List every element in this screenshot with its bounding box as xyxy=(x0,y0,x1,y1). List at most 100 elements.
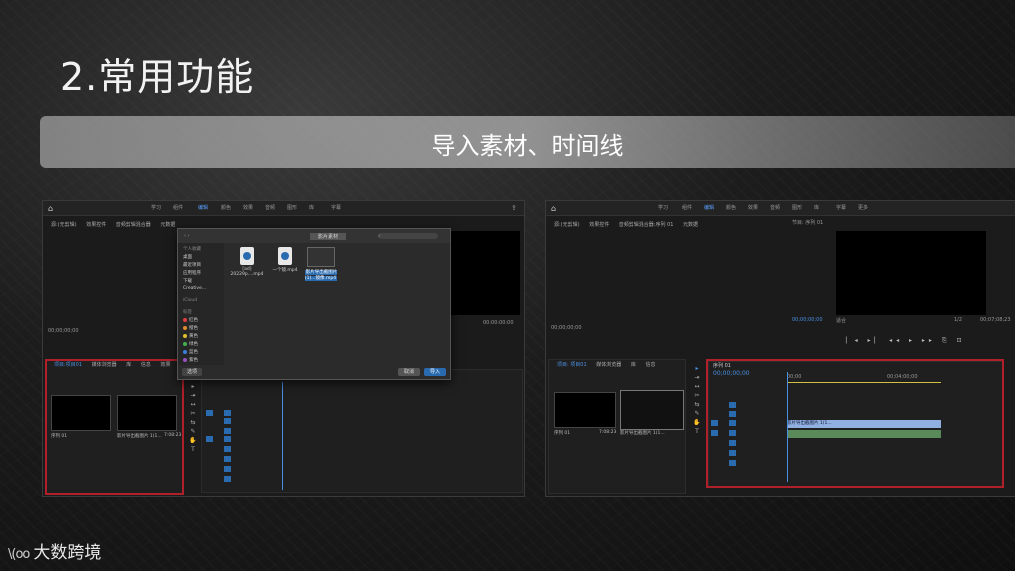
track-select-icon[interactable]: ⇥ xyxy=(188,392,198,401)
tab-libraries[interactable]: 库 xyxy=(631,362,636,368)
tab-metadata[interactable]: 元数据 xyxy=(683,222,698,228)
track-target[interactable] xyxy=(224,446,231,452)
ws-graphics[interactable]: 图形 xyxy=(792,204,802,211)
track-target[interactable] xyxy=(206,410,213,416)
selection-tool-icon[interactable]: ▸ xyxy=(692,365,702,374)
ripple-edit-icon[interactable]: ↔ xyxy=(188,401,198,410)
tab-metadata[interactable]: 元数据 xyxy=(160,222,175,228)
highlight-box xyxy=(706,359,1004,488)
ws-more[interactable]: 更多 xyxy=(858,204,868,211)
hand-tool-icon[interactable]: ✋ xyxy=(692,419,702,428)
options-button[interactable]: 选项 xyxy=(182,368,202,376)
ws-effects[interactable]: 效果 xyxy=(748,204,758,211)
section-banner: 导入素材、时间线 xyxy=(40,116,1015,168)
slip-tool-icon[interactable]: ⇆ xyxy=(692,401,702,410)
dialog-sidebar: 个人收藏 桌面 最近项目 应用程序 下载 Creative... iCloud … xyxy=(178,243,224,365)
sidebar-item-downloads[interactable]: 下载 xyxy=(183,278,192,284)
ws-edit[interactable]: 编辑 xyxy=(704,204,714,211)
track-target[interactable] xyxy=(224,476,231,482)
type-tool-icon[interactable]: T xyxy=(692,428,702,437)
ripple-edit-icon[interactable]: ↔ xyxy=(692,383,702,392)
tab-effect-controls[interactable]: 效果控件 xyxy=(589,222,609,228)
import-button[interactable]: 导入 xyxy=(424,368,446,376)
pen-tool-icon[interactable]: ✎ xyxy=(692,410,702,419)
tag-red-icon xyxy=(183,317,187,322)
ws-libraries[interactable]: 库 xyxy=(309,204,314,211)
sidebar-item-apps[interactable]: 应用程序 xyxy=(183,270,201,276)
type-tool-icon[interactable]: T xyxy=(188,446,198,455)
program-label: 节目: 序列 01 xyxy=(792,220,824,226)
tag-red[interactable]: 红色 xyxy=(183,317,198,323)
pen-tool-icon[interactable]: ✎ xyxy=(188,428,198,437)
fit-dropdown[interactable]: 适合 xyxy=(836,317,846,324)
ws-libraries[interactable]: 库 xyxy=(814,204,819,211)
tab-media-browser[interactable]: 媒体浏览器 xyxy=(596,362,621,368)
ws-learn[interactable]: 学习 xyxy=(151,204,161,211)
ws-graphics[interactable]: 图形 xyxy=(287,204,297,211)
tab-audio-mixer[interactable]: 音频剪辑混合器:序列 01 xyxy=(619,222,674,228)
tag-purple[interactable]: 紫色 xyxy=(183,357,198,363)
ws-color[interactable]: 颜色 xyxy=(726,204,736,211)
project-panel: 项目: 项目01 媒体浏览器 库 信息 序列 01 7:08:23 影片导出截图… xyxy=(548,359,686,494)
tab-source[interactable]: 源:(无剪辑) xyxy=(51,222,77,228)
tab-source[interactable]: 源:(无剪辑) xyxy=(554,222,580,228)
share-icon[interactable]: ⇪ xyxy=(511,204,517,212)
slip-tool-icon[interactable]: ⇆ xyxy=(188,419,198,428)
nav-back-icon[interactable]: ‹ › xyxy=(184,233,190,239)
file-name: 影片导出截图片(1)...镜像.mp4 xyxy=(304,270,338,281)
sidebar-item-recent[interactable]: 最近项目 xyxy=(183,262,201,268)
ws-color[interactable]: 颜色 xyxy=(221,204,231,211)
ws-assembly[interactable]: 组件 xyxy=(173,204,183,211)
file-item-selected[interactable]: 影片导出截图片(1)...镜像.mp4 xyxy=(302,247,340,281)
path-dropdown[interactable]: 影片素材 xyxy=(310,233,347,240)
playhead[interactable] xyxy=(282,382,283,490)
home-icon[interactable]: ⌂ xyxy=(551,204,556,213)
transport-controls[interactable]: ▏◂ ▸▏ ◂◂ ▸ ▸▸ ⎘ ⊡ xyxy=(846,337,966,345)
project-tabs: 项目: 项目01 媒体浏览器 库 信息 xyxy=(549,361,685,371)
hand-tool-icon[interactable]: ✋ xyxy=(188,437,198,446)
tag-green[interactable]: 绿色 xyxy=(183,341,198,347)
file-item[interactable]: [ad] 20229p....mp4 xyxy=(230,247,264,277)
ws-audio[interactable]: 音频 xyxy=(265,204,275,211)
tag-orange[interactable]: 橙色 xyxy=(183,325,198,331)
track-target[interactable] xyxy=(224,456,231,462)
clip-thumbnail-selected[interactable] xyxy=(620,390,684,430)
ws-assembly[interactable]: 组件 xyxy=(682,204,692,211)
track-target[interactable] xyxy=(224,428,231,434)
ws-effects[interactable]: 效果 xyxy=(243,204,253,211)
search-icon[interactable]: ⌕ xyxy=(378,233,438,239)
tab-project[interactable]: 项目: 项目01 xyxy=(557,362,587,368)
tag-green-icon xyxy=(183,341,187,346)
tag-purple-icon xyxy=(183,357,187,362)
cancel-button[interactable]: 取消 xyxy=(398,368,420,376)
track-target[interactable] xyxy=(224,410,231,416)
ws-learn[interactable]: 学习 xyxy=(658,204,668,211)
tag-blue[interactable]: 蓝色 xyxy=(183,349,198,355)
razor-tool-icon[interactable]: ✂ xyxy=(188,410,198,419)
dialog-toolbar: ‹ › 影片素材 ⌕ xyxy=(178,229,450,243)
track-target[interactable] xyxy=(224,466,231,472)
sidebar-item-creative[interactable]: Creative... xyxy=(183,286,206,291)
tag-yellow[interactable]: 黄色 xyxy=(183,333,198,339)
razor-tool-icon[interactable]: ✂ xyxy=(692,392,702,401)
file-name: [ad] 20229p....mp4 xyxy=(230,267,264,277)
track-target[interactable] xyxy=(224,418,231,424)
ws-audio[interactable]: 音频 xyxy=(770,204,780,211)
track-select-icon[interactable]: ⇥ xyxy=(692,374,702,383)
tab-effect-controls[interactable]: 效果控件 xyxy=(86,222,106,228)
tab-info[interactable]: 信息 xyxy=(645,362,655,368)
clip-thumbnail[interactable] xyxy=(554,392,616,428)
home-icon[interactable]: ⌂ xyxy=(48,204,53,213)
ws-edit[interactable]: 编辑 xyxy=(198,204,208,211)
ws-captions[interactable]: 字幕 xyxy=(331,204,341,211)
file-item[interactable]: 一个镜.mp4 xyxy=(268,247,302,273)
ws-captions[interactable]: 字幕 xyxy=(836,204,846,211)
track-target[interactable] xyxy=(224,436,231,442)
sidebar-item-desktop[interactable]: 桌面 xyxy=(183,254,192,260)
resolution-dropdown[interactable]: 1/2 xyxy=(954,317,962,323)
program-timecode: 00;00;00;00 xyxy=(792,317,823,323)
workspace-bar: ⌂ 学习 组件 编辑 颜色 效果 音频 图形 库 字幕 更多 xyxy=(546,201,1015,216)
selection-tool-icon[interactable]: ▸ xyxy=(188,383,198,392)
track-target[interactable] xyxy=(206,436,213,442)
tab-audio-mixer[interactable]: 音频剪辑混合器 xyxy=(116,222,151,228)
